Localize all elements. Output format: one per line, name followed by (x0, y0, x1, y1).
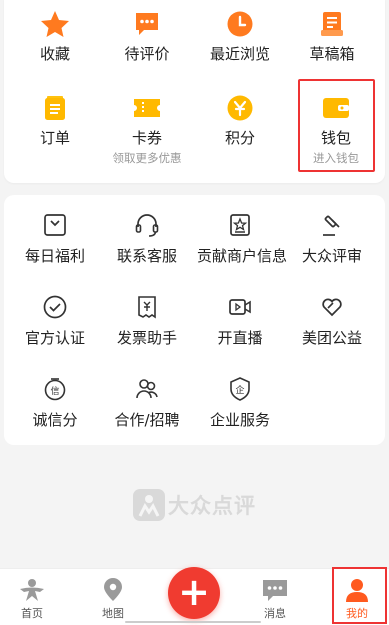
live-icon (229, 299, 251, 315)
tab-map-label: 地图 (102, 607, 124, 620)
go-live-item[interactable]: 开直播 (197, 294, 283, 347)
favorites-label: 收藏 (39, 45, 70, 63)
tab-home[interactable]: 首页 (2, 569, 62, 625)
public-review-label: 大众评审 (301, 247, 362, 265)
gavel-icon (323, 215, 340, 236)
clock-icon (227, 11, 253, 37)
check-circle-icon (43, 295, 67, 319)
official-verify-label: 官方认证 (24, 329, 85, 347)
people-icon (136, 379, 158, 399)
cooperation-hiring-item[interactable]: 合作/招聘 (104, 376, 190, 429)
customer-service-label: 联系客服 (116, 247, 177, 265)
coupons-subtitle: 领取更多优惠 (112, 151, 182, 165)
wallet-highlight-box (298, 79, 375, 172)
credit-badge-icon: 信 (44, 378, 66, 401)
dianping-watermark-logo: 大众点评 (130, 486, 260, 536)
ticket-icon (134, 99, 160, 117)
enterprise-service-label: 企业服务 (209, 411, 270, 429)
credit-score-item[interactable]: 信 诚信分 (12, 376, 98, 429)
public-review-item[interactable]: 大众评审 (289, 212, 375, 265)
contribute-merchant-item[interactable]: 贡献商户信息 (197, 212, 288, 265)
points-label: 积分 (224, 129, 255, 147)
tab-messages[interactable]: 消息 (245, 569, 305, 625)
contribute-merchant-label: 贡献商户信息 (197, 247, 288, 265)
message-icon (263, 580, 287, 601)
favorites-item[interactable]: 收藏 (12, 10, 98, 63)
drafts-item[interactable]: 草稿箱 (289, 10, 375, 63)
cooperation-hiring-label: 合作/招聘 (114, 411, 180, 429)
add-post-button[interactable]: + (168, 567, 220, 619)
coupons-item[interactable]: 卡券 领取更多优惠 (104, 94, 190, 165)
pending-review-label: 待评价 (124, 45, 170, 63)
customer-service-item[interactable]: 联系客服 (104, 212, 190, 265)
daily-welfare-item[interactable]: 每日福利 (12, 212, 98, 265)
heart-hands-icon (322, 298, 342, 317)
recent-browse-item[interactable]: 最近浏览 (197, 10, 283, 63)
orders-label: 订单 (39, 129, 70, 147)
shop-star-icon (230, 214, 250, 236)
home-indicator (125, 621, 261, 623)
meituan-charity-item[interactable]: 美团公益 (289, 294, 375, 347)
enterprise-service-item[interactable]: 企 企业服务 (197, 376, 283, 429)
recent-browse-label: 最近浏览 (209, 45, 270, 63)
comment-icon (136, 13, 158, 35)
orders-item[interactable]: 订单 (12, 94, 98, 147)
drafts-label: 草稿箱 (309, 45, 355, 63)
invoice-helper-label: 发票助手 (116, 329, 177, 347)
coupons-label: 卡券 (131, 129, 162, 147)
official-verify-item[interactable]: 官方认证 (12, 294, 98, 347)
points-item[interactable]: 积分 (197, 94, 283, 147)
headset-icon (135, 214, 159, 237)
invoice-helper-item[interactable]: 发票助手 (104, 294, 190, 347)
pending-review-item[interactable]: 待评价 (104, 10, 190, 63)
gift-box-icon (44, 214, 66, 236)
meituan-charity-label: 美团公益 (301, 329, 362, 347)
dianping-logo-icon (133, 489, 165, 521)
tab-messages-label: 消息 (264, 607, 286, 620)
daily-welfare-label: 每日福利 (24, 247, 85, 265)
star-icon (41, 11, 69, 37)
tab-home-label: 首页 (21, 607, 43, 620)
invoice-icon (138, 296, 156, 319)
svg-text:信: 信 (50, 385, 59, 397)
go-live-label: 开直播 (217, 329, 263, 347)
credit-score-label: 诚信分 (32, 411, 78, 429)
order-icon (45, 96, 65, 120)
tab-map[interactable]: 地图 (83, 569, 143, 625)
profile-tab-highlight-box (332, 567, 387, 624)
map-pin-icon (104, 578, 122, 601)
draft-icon (321, 12, 343, 36)
svg-text:企: 企 (235, 384, 244, 396)
home-icon (20, 579, 44, 601)
enterprise-icon: 企 (230, 377, 250, 401)
points-icon (227, 95, 253, 121)
watermark-brand-text: 大众点评 (168, 494, 256, 518)
